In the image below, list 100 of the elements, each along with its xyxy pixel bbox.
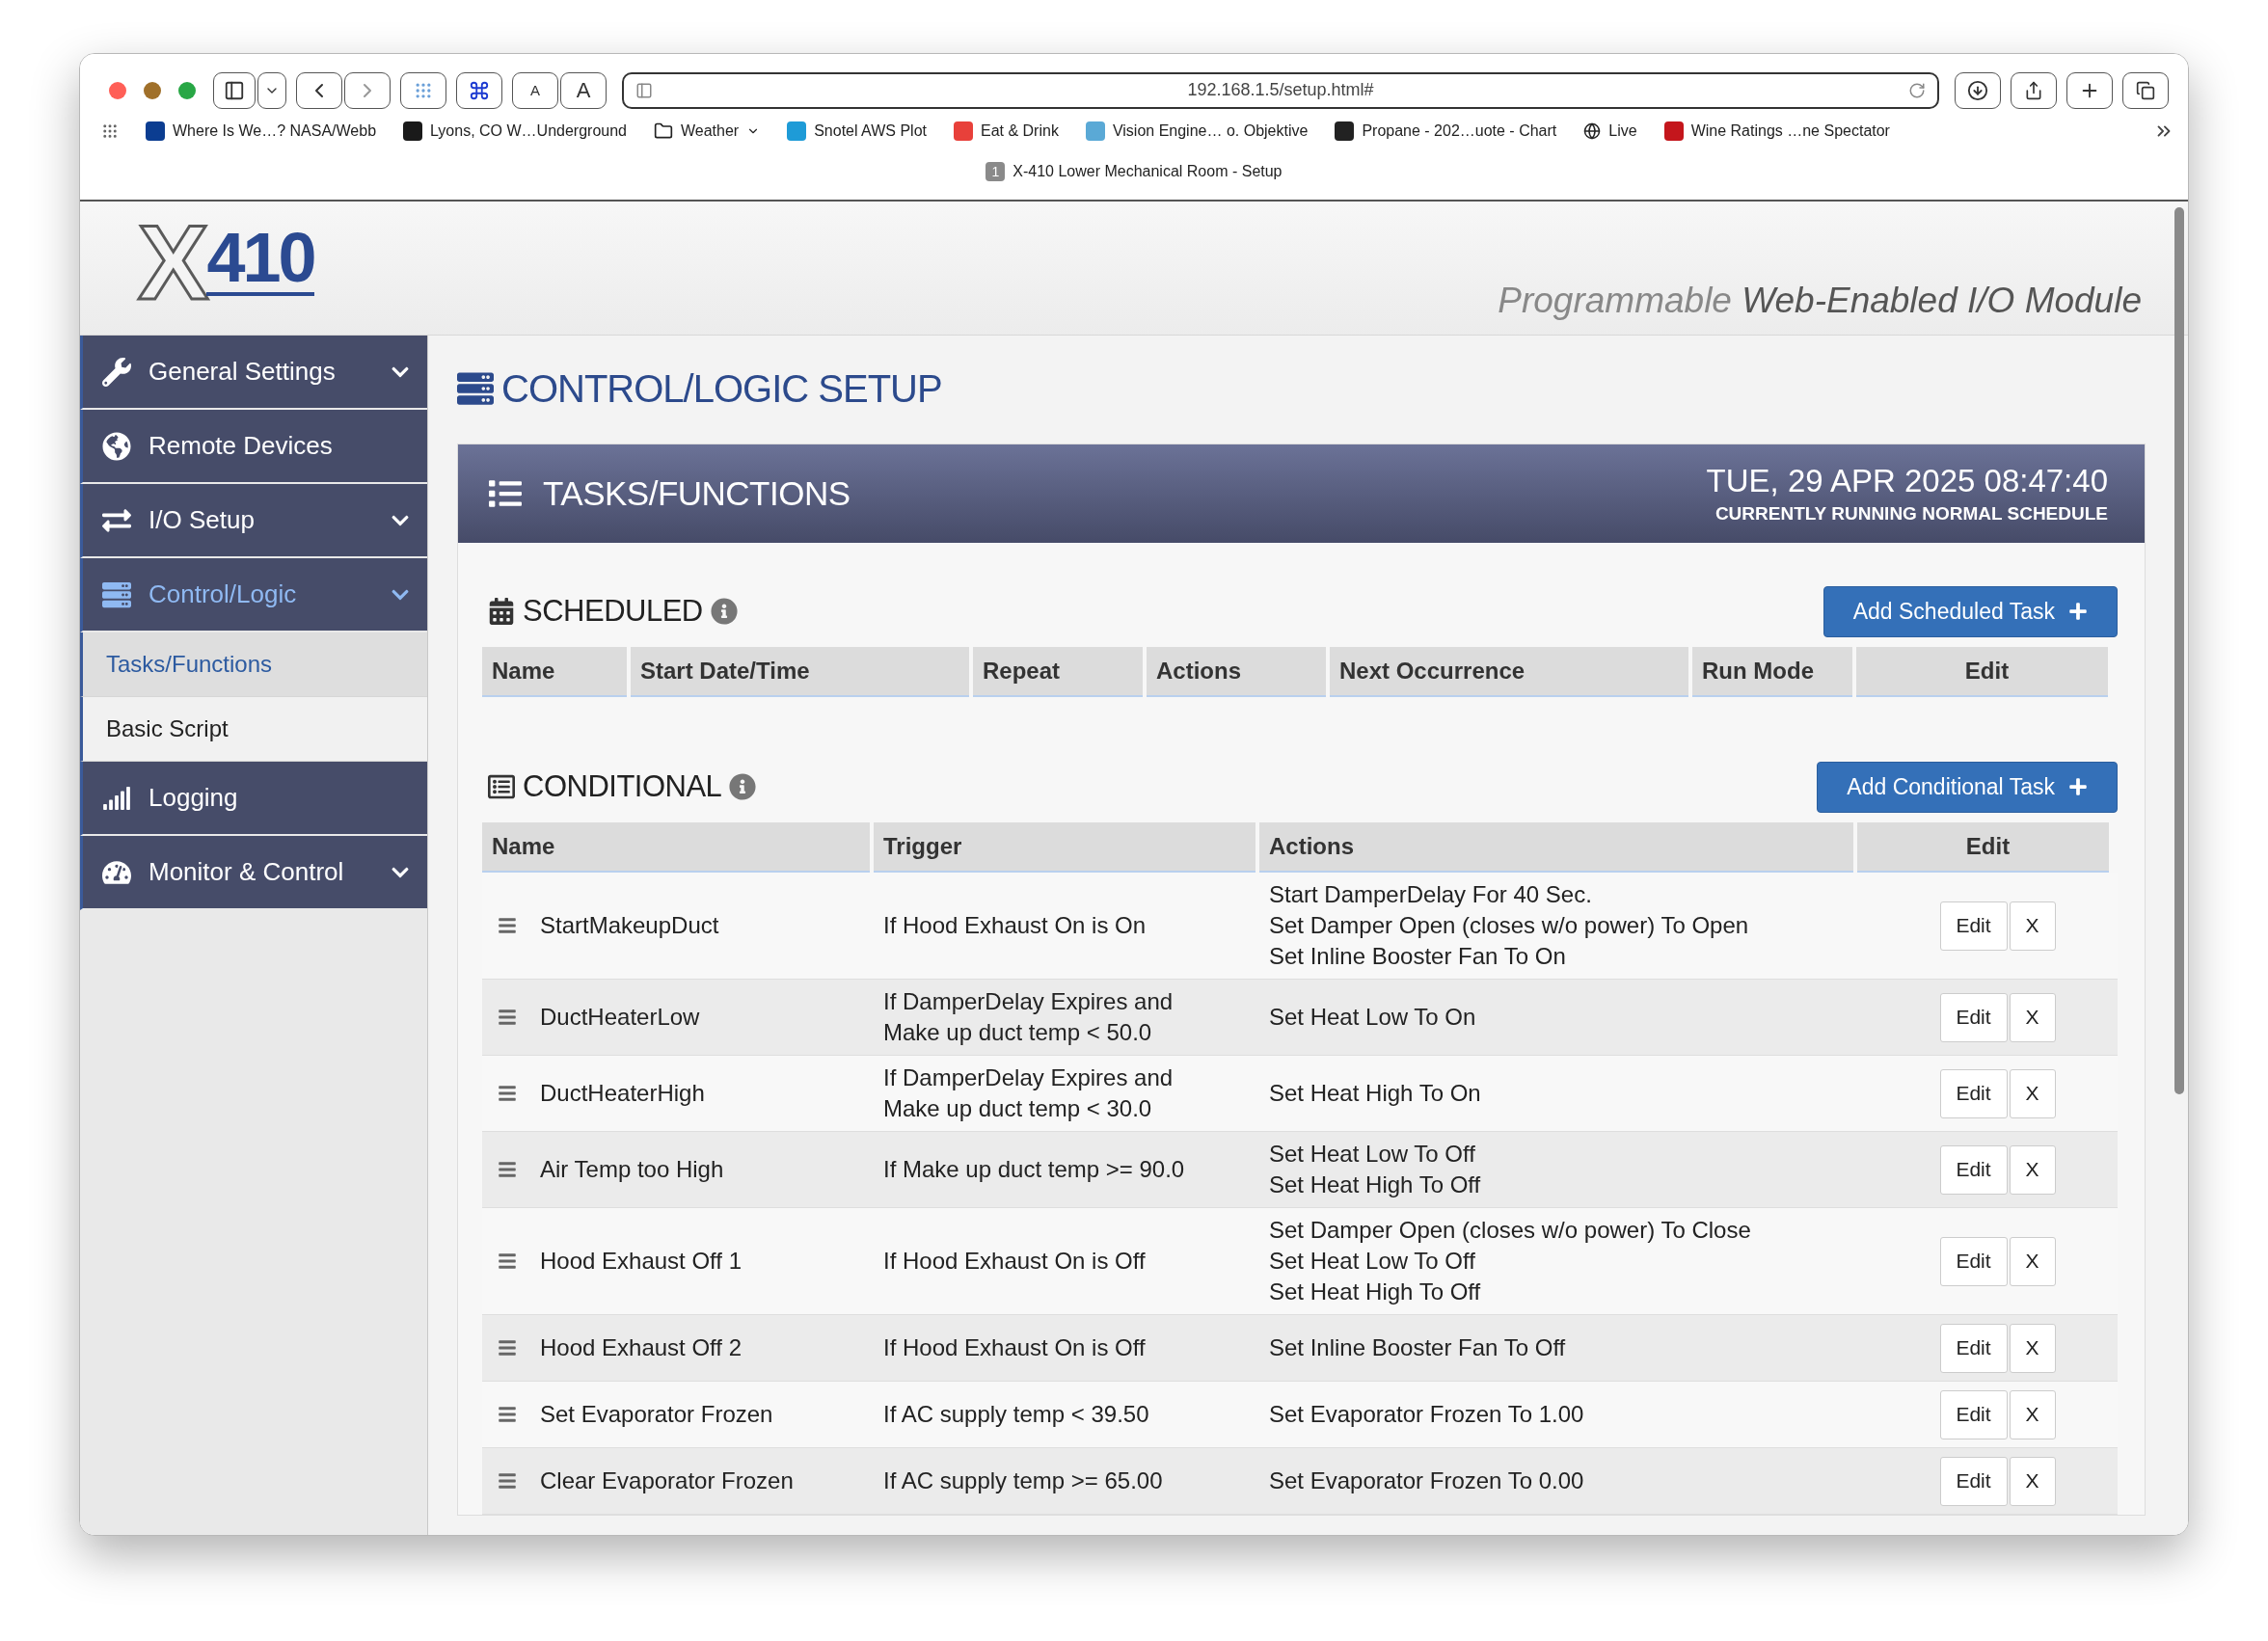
edit-button[interactable]: Edit [1939,1323,2008,1373]
sidebar-item[interactable]: General Settings [80,336,427,410]
minimize-window-button[interactable] [144,81,161,99]
task-name: Clear Evaporator Frozen [540,1467,794,1494]
delete-button[interactable]: X [2009,1456,2056,1506]
trigger-cell-text: If DamperDelay Expires and Make up duct temp < 50.0 [882,987,1174,1047]
actions-cell-text: Start DamperDelay For 40 Sec. Set Damper Open (closes w/o power) To Open Set Inline Booster Fan To On [1268,880,1750,971]
actions-cell-text: Set Heat Low To On [1268,1003,1477,1032]
trigger-cell-text: If Make up duct temp >= 90.0 [882,1155,1186,1184]
drag-handle-icon[interactable] [498,1405,517,1424]
plus-icon [2068,602,2088,621]
sidebar-menu-button[interactable] [257,71,286,109]
bookmark-link[interactable]: Propane - 202…uote - Chart [1335,121,1557,141]
task-name: Hood Exhaust Off 1 [540,1248,742,1275]
delete-button[interactable]: X [2009,1323,2056,1373]
drag-handle-icon[interactable] [498,1084,517,1103]
new-tab-button[interactable] [2066,71,2113,109]
trigger-cell-text: If Hood Exhaust On is On [882,911,1148,940]
list-icon [488,773,515,800]
favicon-icon [403,121,423,141]
column-header: Trigger [874,822,1256,873]
schedule-status: CURRENTLY RUNNING NORMAL SCHEDULE [1714,503,2108,525]
folder-icon [654,121,673,141]
bookmark-link[interactable]: Lyons, CO W…Underground [403,121,627,141]
zoom-window-button[interactable] [178,81,196,99]
column-header: Next Occurrence [1330,647,1688,697]
delete-button[interactable]: X [2009,901,2056,951]
close-window-button[interactable] [109,81,126,99]
add-scheduled-task-button[interactable]: Add Scheduled Task [1822,585,2118,637]
sidebar-item[interactable]: Remote Devices [80,410,427,484]
drag-handle-icon[interactable] [498,1160,517,1179]
delete-button[interactable]: X [2009,1389,2056,1439]
column-header: Repeat [973,647,1143,697]
grid-icon[interactable] [101,122,119,140]
edit-button[interactable]: Edit [1939,992,2008,1042]
actions-cell-text: Set Damper Open (closes w/o power) To Close Set Heat Low To Off Set Heat High To Off [1268,1216,1752,1306]
bookmark-folder[interactable]: Weather [654,121,761,141]
sidebar-subitem[interactable]: Basic Script [80,697,427,762]
sidebar-item[interactable]: Logging [80,762,427,836]
sidebar-item[interactable]: Monitor & Control [80,836,427,910]
command-button[interactable] [456,71,502,109]
column-header: Actions [1259,822,1853,873]
bookmark-link[interactable]: Live [1583,122,1637,140]
task-name: Set Evaporator Frozen [540,1401,773,1428]
address-bar[interactable]: 192.168.1.5/setup.html# [622,71,1939,109]
sidebar-toggle-button[interactable] [213,71,256,109]
reload-icon[interactable] [1908,81,1926,99]
info-icon[interactable] [710,598,738,625]
text-larger-button[interactable]: A [560,71,607,109]
bookmark-link[interactable]: Snotel AWS Plot [787,121,927,141]
favicon-icon [953,121,973,141]
extension-button[interactable] [400,71,446,109]
bookmark-link[interactable]: Wine Ratings …ne Spectator [1663,121,1890,141]
bookmark-link[interactable]: Eat & Drink [953,121,1059,141]
column-header: Actions [1147,647,1326,697]
tabs-icon [2136,80,2155,100]
edit-button[interactable]: Edit [1939,1068,2008,1118]
download-button[interactable] [1955,71,2001,109]
drag-handle-icon[interactable] [498,1251,517,1271]
column-header: Edit [1856,647,2108,697]
sidebar-item[interactable]: I/O Setup [80,484,427,558]
drag-handle-icon[interactable] [498,1471,517,1491]
tab-overview-button[interactable] [2122,71,2169,109]
edit-button[interactable]: Edit [1939,1236,2008,1286]
edit-button[interactable]: Edit [1939,1389,2008,1439]
info-icon[interactable] [729,773,757,800]
edit-button[interactable]: Edit [1939,1456,2008,1506]
text-smaller-button[interactable]: A [512,71,558,109]
actions-cell-text: Set Evaporator Frozen To 0.00 [1268,1466,1585,1495]
scrollbar-thumb[interactable] [2174,207,2184,1094]
share-icon [2024,80,2043,100]
column-header: Start Date/Time [631,647,969,697]
server-icon [102,579,131,609]
drag-handle-icon[interactable] [498,1008,517,1027]
forward-button[interactable] [344,71,391,109]
globe-icon [102,431,131,461]
trigger-cell-text: If DamperDelay Expires and Make up duct temp < 30.0 [882,1063,1174,1123]
sidebar-subitem[interactable]: Tasks/Functions [80,632,427,697]
back-button[interactable] [296,71,342,109]
bookmark-link[interactable]: Where Is We…? NASA/Webb [146,121,377,141]
favicon-icon [1335,121,1355,141]
delete-button[interactable]: X [2009,1068,2056,1118]
drag-handle-icon[interactable] [498,1338,517,1358]
sidebar-item[interactable]: Control/Logic [80,558,427,632]
tagline: Programmable Web-Enabled I/O Module [1498,281,2142,321]
share-button[interactable] [2011,71,2057,109]
drag-handle-icon[interactable] [498,916,517,935]
globe-icon [1583,122,1602,140]
wrench-icon [102,357,131,387]
edit-button[interactable]: Edit [1939,1144,2008,1195]
bookmark-link[interactable]: Vision Engine… o. Objektive [1085,121,1309,141]
delete-button[interactable]: X [2009,1236,2056,1286]
delete-button[interactable]: X [2009,992,2056,1042]
actions-cell-text: Set Heat High To On [1268,1079,1482,1108]
add-conditional-task-button[interactable]: Add Conditional Task [1817,761,2118,813]
column-header: Run Mode [1692,647,1852,697]
tab-title[interactable]: X-410 Lower Mechanical Room - Setup [1012,163,1282,180]
task-name: StartMakeupDuct [540,912,719,939]
delete-button[interactable]: X [2009,1144,2056,1195]
edit-button[interactable]: Edit [1939,901,2008,951]
